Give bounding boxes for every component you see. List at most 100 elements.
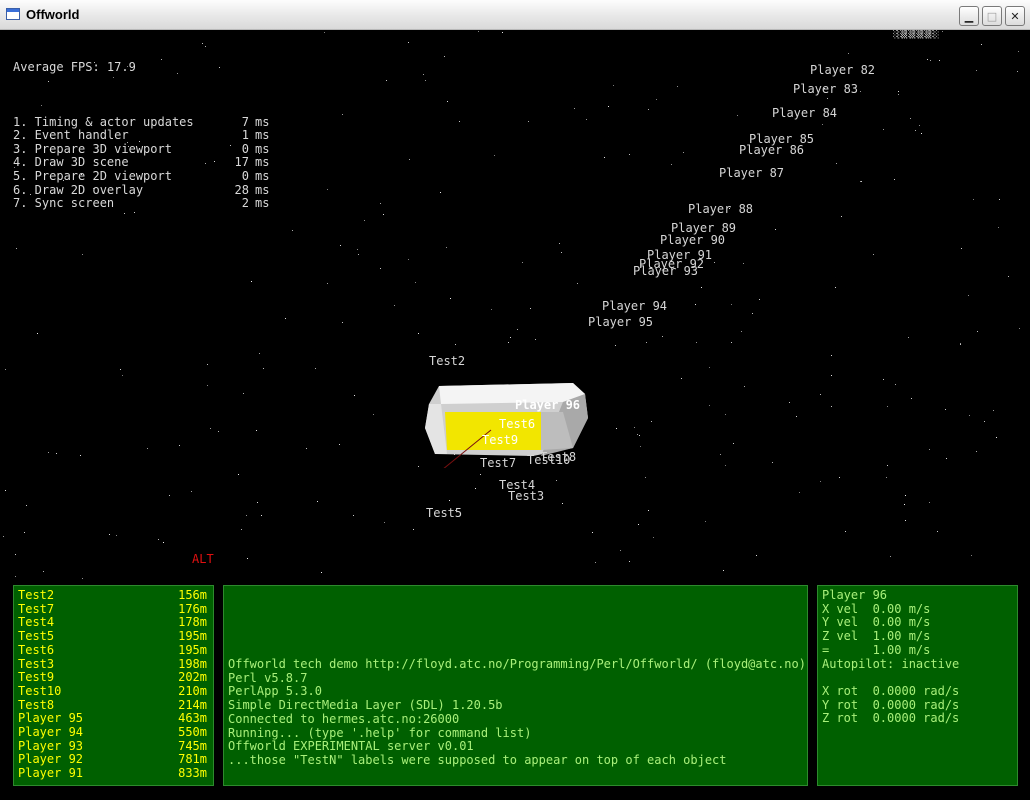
star [241, 529, 242, 530]
perf-row-label: 2. Event handler [13, 128, 129, 143]
perf-row-value: 17 [234, 155, 249, 170]
target-row[interactable]: Test5 195m [18, 629, 213, 644]
star [860, 181, 861, 182]
star [883, 129, 884, 130]
target-row[interactable]: Test2 156m [18, 588, 213, 603]
window-title: Offworld [26, 7, 80, 22]
star [1019, 328, 1020, 329]
star [285, 318, 286, 319]
star [759, 299, 760, 300]
star [3, 536, 4, 537]
star [342, 322, 343, 323]
target-row[interactable]: Player 94 550m [18, 725, 213, 740]
star [996, 437, 997, 438]
star [218, 431, 219, 432]
star [709, 405, 710, 406]
star [502, 32, 503, 33]
performance-overlay: Average FPS: 17.9 1. Timing & actor upda… [13, 34, 269, 238]
minimize-button[interactable]: ▁ [959, 6, 979, 26]
close-button[interactable]: ✕ [1005, 6, 1025, 26]
star [447, 101, 448, 102]
game-viewport[interactable]: ░░▒░▒░▒░▒░░ Average FPS: 17.9 1. Timing … [3, 30, 1027, 796]
perf-row-unit: ms [255, 128, 270, 143]
star [714, 262, 715, 263]
star [822, 124, 823, 125]
star [799, 492, 800, 493]
star [911, 398, 912, 399]
star [671, 164, 672, 165]
star [373, 414, 374, 415]
perf-row-unit: ms [255, 196, 270, 211]
target-row[interactable]: Test8 214m [18, 698, 213, 713]
star [380, 203, 381, 204]
star [364, 220, 365, 221]
target-distance: 833m [178, 766, 207, 781]
star [353, 515, 354, 516]
star [449, 500, 450, 501]
test-label-7: Test7 [480, 456, 517, 470]
star [413, 529, 414, 530]
test-label-8: Test8 [540, 450, 577, 464]
star [562, 503, 563, 504]
perf-row-value: 1 [241, 128, 249, 143]
star [444, 56, 445, 57]
console-line: ...those "TestN" labels were supposed to… [228, 752, 727, 767]
target-row[interactable]: Test9 202m [18, 671, 213, 685]
target-row[interactable]: Test4 178m [18, 616, 213, 630]
star [120, 369, 121, 370]
target-row[interactable]: Player 93 745m [18, 739, 213, 754]
target-distance: 550m [178, 725, 207, 740]
player-label-82: Player 82 [810, 63, 876, 77]
target-row[interactable]: Player 95 463m [18, 712, 213, 726]
target-name: Player 94 [18, 725, 84, 740]
maximize-button[interactable]: □ [982, 6, 1002, 26]
star [321, 572, 322, 573]
perf-row-value: 0 [241, 168, 249, 183]
star [910, 118, 911, 119]
test-label-3: Test3 [508, 489, 545, 503]
target-row[interactable]: Test3 198m [18, 657, 213, 672]
target-row[interactable]: Test10 210m [18, 684, 213, 699]
star [656, 99, 657, 100]
target-row[interactable]: Player 92 781m [18, 753, 213, 767]
star [839, 477, 840, 478]
star [976, 451, 977, 452]
star [883, 379, 884, 380]
star [339, 444, 340, 445]
star [908, 337, 909, 338]
star [243, 393, 244, 394]
perf-row: 7. Sync screen 2 ms [13, 197, 269, 211]
star [999, 199, 1000, 200]
star [317, 501, 318, 502]
star [82, 254, 83, 255]
star [820, 394, 821, 395]
target-row[interactable]: Test6 195m [18, 643, 213, 658]
perf-row-unit: ms [255, 168, 270, 183]
star [315, 368, 316, 369]
perf-row-unit: ms [255, 141, 270, 156]
window-title-bar[interactable]: Offworld ▁ □ ✕ [0, 0, 1030, 30]
star [440, 192, 441, 193]
target-row[interactable]: Player 91 833m [18, 766, 213, 781]
star [946, 458, 947, 459]
player-label-87: Player 87 [719, 166, 785, 180]
target-list-panel: Test2 156m Test7 176m Test4 178m Test5 195m Test… [13, 585, 214, 786]
status-x-rotation: X rot 0.0000 rad/s [822, 683, 960, 698]
target-distance: 178m [178, 615, 207, 630]
star [744, 386, 745, 387]
target-distance: 202m [178, 670, 207, 685]
star [480, 474, 481, 475]
app-window-icon [6, 8, 20, 20]
console-line: Running... (type '.help' for command lis… [228, 725, 532, 740]
star [616, 428, 617, 429]
test-label-6: Test6 [499, 417, 536, 431]
target-row[interactable]: Test7 176m [18, 602, 213, 617]
target-distance: 781m [178, 752, 207, 767]
star [1008, 276, 1009, 277]
star [530, 308, 531, 309]
player-label-83: Player 83 [793, 82, 859, 96]
star [48, 452, 49, 453]
star [459, 121, 460, 122]
star [251, 281, 252, 282]
console-panel[interactable]: Offworld tech demo http://floyd.atc.no/P… [223, 585, 808, 786]
